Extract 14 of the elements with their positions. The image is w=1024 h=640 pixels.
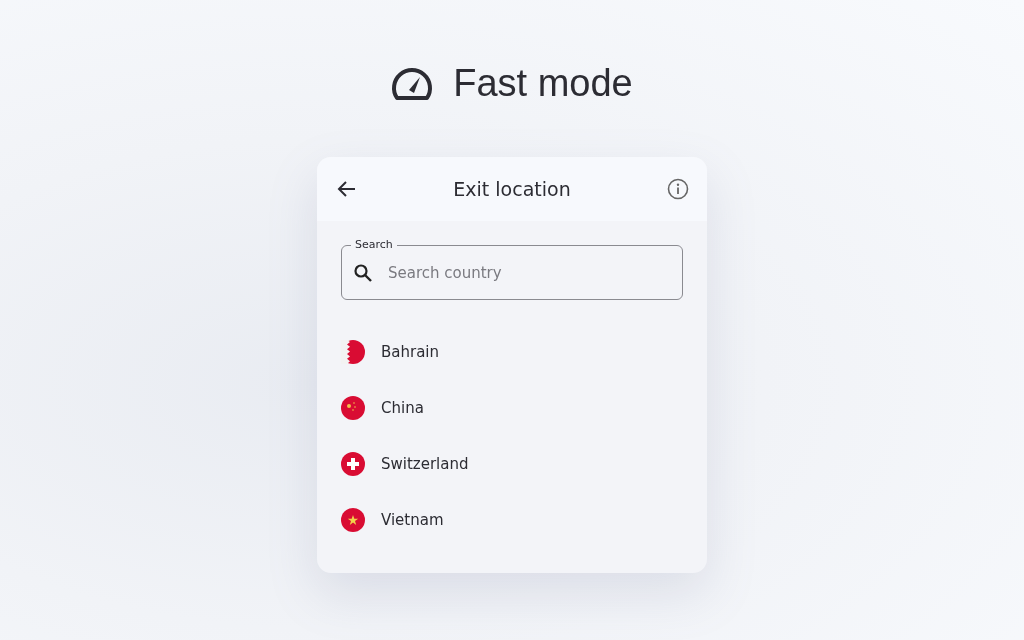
search-icon (353, 263, 373, 283)
flag-icon (341, 340, 365, 364)
flag-icon (341, 396, 365, 420)
flag-icon (341, 452, 365, 476)
country-item[interactable]: Switzerland (381, 455, 469, 473)
country-item[interactable]: China (381, 399, 424, 417)
speedometer-icon (391, 66, 434, 101)
back-button[interactable] (337, 179, 357, 199)
info-button[interactable] (667, 178, 689, 200)
panel-title: Exit location (453, 178, 571, 200)
flag-icon (341, 508, 365, 532)
country-item[interactable]: Vietnam (381, 511, 444, 529)
country-item[interactable]: Bahrain (381, 343, 440, 361)
page-title: Fast mode (453, 62, 633, 105)
